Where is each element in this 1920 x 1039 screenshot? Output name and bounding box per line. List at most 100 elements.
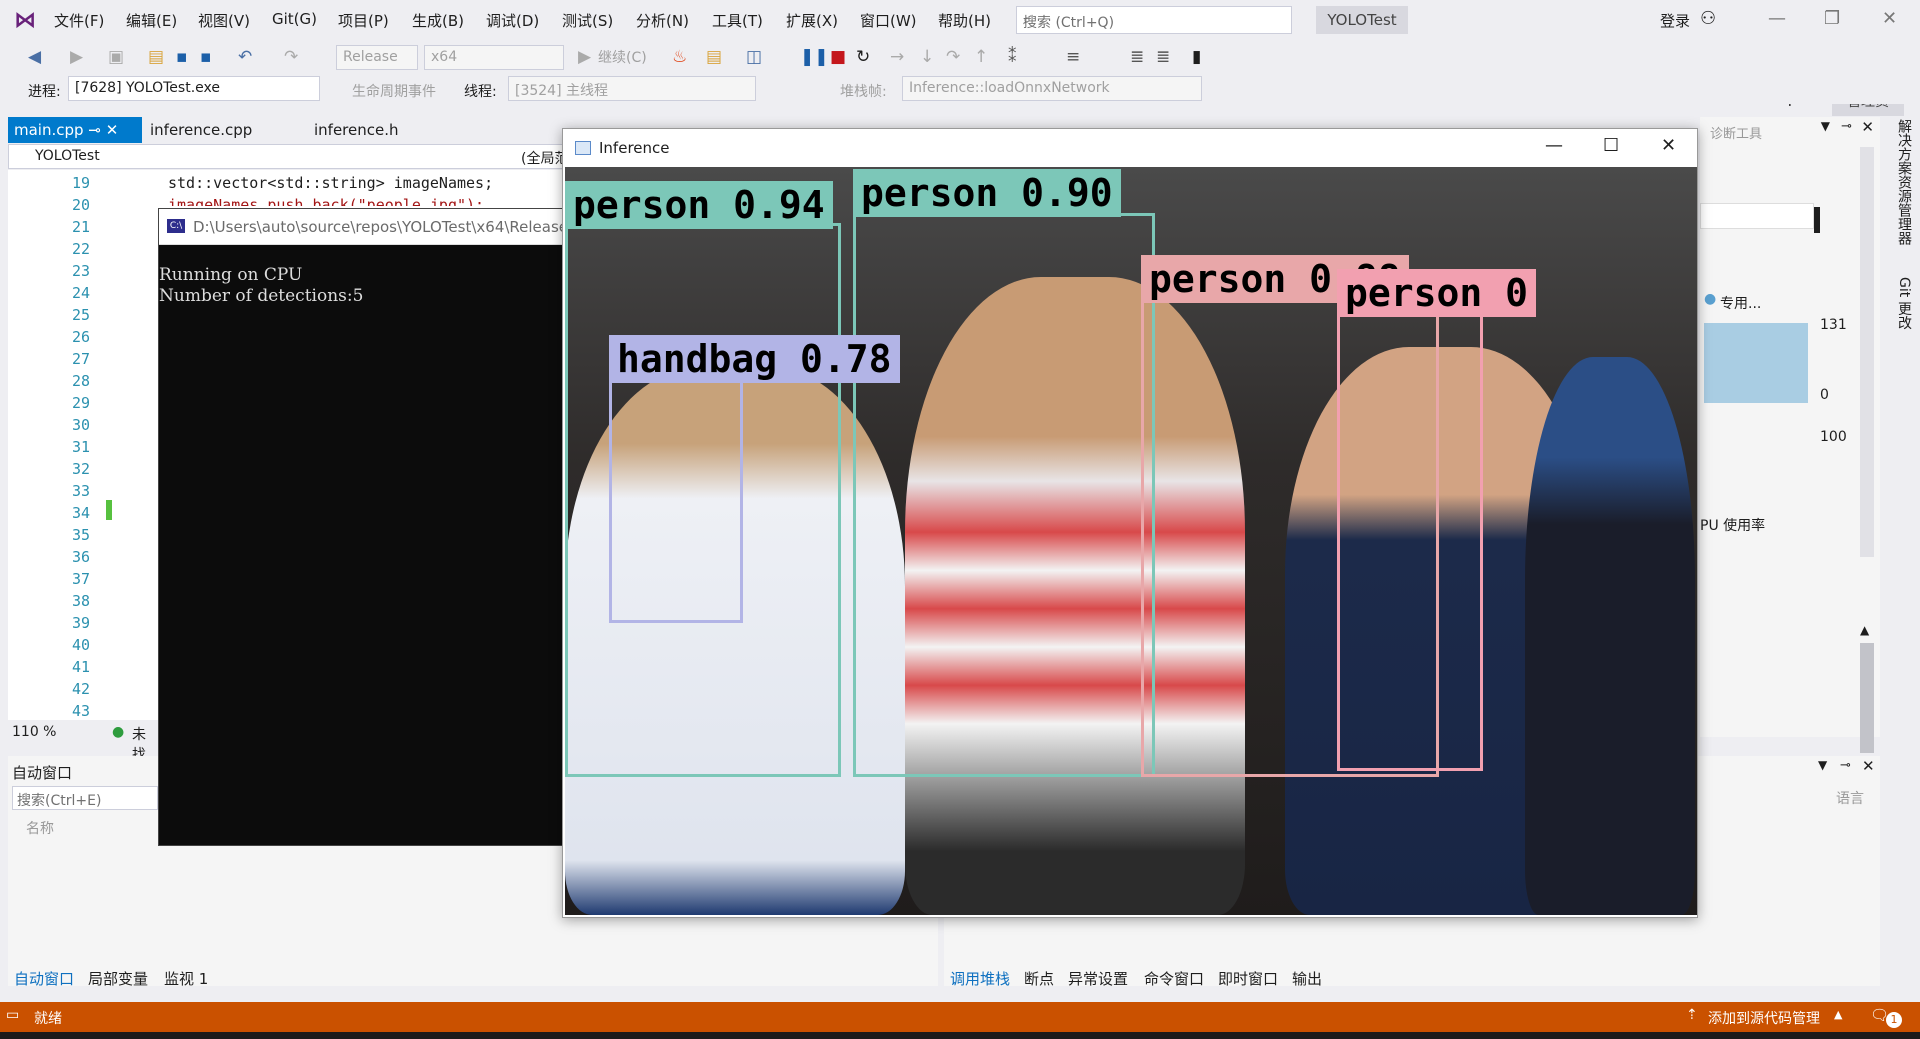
tab-output[interactable]: 输出 <box>1292 968 1322 989</box>
forward-icon[interactable]: ▶ <box>70 47 83 67</box>
menu-test[interactable]: 测试(S) <box>562 10 613 31</box>
undo-icon[interactable]: ↶ <box>238 47 252 67</box>
cpu-usage-label: PU 使用率 <box>1700 518 1766 534</box>
menu-analyze[interactable]: 分析(N) <box>636 10 689 31</box>
maximize-icon[interactable]: ☐ <box>1603 135 1619 156</box>
tab-immediate-window[interactable]: 即时窗口 <box>1218 968 1278 989</box>
tab-inference-h[interactable]: inference.h <box>308 117 405 143</box>
zoom-select[interactable]: 110 % <box>12 724 56 740</box>
menu-help[interactable]: 帮助(H) <box>938 10 991 31</box>
show-next-statement-icon[interactable]: → <box>890 47 904 67</box>
line-number: 32 <box>71 460 90 478</box>
lifecycle-events[interactable]: 生命周期事件 <box>352 81 436 101</box>
minimize-icon[interactable]: — <box>1768 8 1786 29</box>
menu-window[interactable]: 窗口(W) <box>860 10 917 31</box>
user-icon[interactable]: ⚇ <box>1700 8 1716 29</box>
close-tab-icon[interactable]: ✕ <box>106 121 119 139</box>
stop-icon[interactable]: ■ <box>830 47 846 67</box>
tab-main-cpp[interactable]: main.cpp ⊸ ✕ <box>8 117 142 143</box>
tab-autos[interactable]: 自动窗口 <box>14 968 74 989</box>
pin-icon[interactable]: ⊸ <box>1841 119 1852 134</box>
line-number: 38 <box>71 592 90 610</box>
thread-select[interactable]: [3524] 主线程 <box>508 76 756 101</box>
tab-call-stack[interactable]: 调用堆栈 <box>950 968 1010 989</box>
step-over-icon[interactable]: ↷ <box>946 47 960 67</box>
hot-reload-icon[interactable]: ♨ <box>672 47 687 67</box>
step-into-icon[interactable]: ↓ <box>920 47 934 67</box>
continue-icon[interactable]: ▶ <box>578 47 591 67</box>
tab-watch-1[interactable]: 监视 1 <box>164 968 208 989</box>
timeline-marker <box>1814 207 1820 233</box>
console-icon: C:\ <box>167 219 185 233</box>
login-link[interactable]: 登录 <box>1660 10 1690 31</box>
minimize-icon[interactable]: — <box>1545 135 1563 156</box>
console-window[interactable]: C:\ D:\Users\auto\source\repos\YOLOTest\… <box>158 208 579 846</box>
tab-inference-cpp[interactable]: inference.cpp <box>144 117 258 143</box>
comment-icon[interactable]: ≣ <box>1156 47 1170 67</box>
attach-icon[interactable]: ▤ <box>706 47 722 67</box>
save-icon[interactable]: ▪ <box>176 47 188 67</box>
tab-command-window[interactable]: 命令窗口 <box>1144 968 1204 989</box>
tab-git-changes[interactable]: Git 更改 <box>1894 277 1914 330</box>
project-dropdown[interactable]: YOLOTest <box>35 148 100 164</box>
restore-icon[interactable]: ❐ <box>1824 8 1840 29</box>
restart-icon[interactable]: ↻ <box>856 47 870 67</box>
autos-search-input[interactable]: 搜索(Ctrl+E) <box>12 786 158 810</box>
autos-tabs: 自动窗口 局部变量 监视 1 <box>8 968 938 990</box>
configuration-select[interactable]: Release <box>336 45 418 70</box>
memory-max-value: 131 <box>1820 317 1847 333</box>
inference-window[interactable]: Inference — ☐ ✕ person 0.94 person 0.90 … <box>562 128 1698 918</box>
bookmark-icon[interactable]: ▮ <box>1192 47 1201 67</box>
redo-icon[interactable]: ↷ <box>284 47 298 67</box>
menu-git[interactable]: Git(G) <box>272 10 317 28</box>
tab-locals[interactable]: 局部变量 <box>88 968 148 989</box>
menu-project[interactable]: 项目(P) <box>338 10 389 31</box>
open-folder-icon[interactable]: ▤ <box>148 47 164 67</box>
diagnostics-scrollbar[interactable] <box>1860 147 1874 557</box>
dropdown-icon[interactable]: ▼ <box>1818 758 1827 772</box>
menu-debug[interactable]: 调试(D) <box>486 10 539 31</box>
back-icon[interactable]: ◀ <box>28 47 41 67</box>
tab-breakpoints[interactable]: 断点 <box>1024 968 1054 989</box>
console-title-bar[interactable]: C:\ D:\Users\auto\source\repos\YOLOTest\… <box>159 209 579 245</box>
step-out-icon[interactable]: ↑ <box>974 47 988 67</box>
pin-icon[interactable]: ⊸ <box>88 121 101 139</box>
change-marker <box>106 500 112 520</box>
process-select[interactable]: [7628] YOLOTest.exe <box>68 76 320 101</box>
close-panel-icon[interactable]: ✕ <box>1862 757 1875 775</box>
right-side-tabs: 解决方案资源管理器 Git 更改 <box>1888 117 1920 417</box>
menu-extensions[interactable]: 扩展(X) <box>786 10 838 31</box>
scrollbar-thumb[interactable] <box>1860 643 1874 753</box>
screenshot-icon[interactable]: ◫ <box>746 47 762 67</box>
close-icon[interactable]: ✕ <box>1661 135 1676 156</box>
search-input[interactable]: 搜索 (Ctrl+Q) ⌕ <box>1016 6 1292 34</box>
menu-view[interactable]: 视图(V) <box>198 10 250 31</box>
platform-select[interactable]: x64 <box>424 45 564 70</box>
line-number: 40 <box>71 636 90 654</box>
add-to-source-control[interactable]: 添加到源代码管理 <box>1708 1008 1820 1028</box>
menu-file[interactable]: 文件(F) <box>54 10 104 31</box>
dropdown-icon[interactable]: ▼ <box>1821 119 1830 133</box>
thread-icon[interactable]: ≡ <box>1066 47 1080 67</box>
pause-icon[interactable]: ❚❚ <box>800 47 829 67</box>
scroll-up-icon[interactable]: ▲ <box>1860 623 1869 637</box>
tab-solution-explorer[interactable]: 解决方案资源管理器 <box>1894 119 1914 245</box>
menu-build[interactable]: 生成(B) <box>412 10 464 31</box>
menu-edit[interactable]: 编辑(E) <box>126 10 177 31</box>
console-line: Number of detections:5 <box>159 286 364 306</box>
pin-icon[interactable]: ⊸ <box>1840 758 1851 773</box>
console-line: Running on CPU <box>159 265 303 285</box>
chevron-up-icon[interactable]: ▲ <box>1834 1008 1842 1021</box>
indent-icon[interactable]: ≣ <box>1130 47 1144 67</box>
menu-tools[interactable]: 工具(T) <box>712 10 763 31</box>
inference-title-bar[interactable]: Inference — ☐ ✕ <box>563 129 1697 167</box>
breakpoints-icon[interactable]: ⁑ <box>1008 47 1017 67</box>
tab-exception-settings[interactable]: 异常设置 <box>1068 968 1128 989</box>
detection-label: person 0.94 <box>565 181 833 229</box>
save-all-icon[interactable]: ▪ <box>200 47 212 67</box>
close-icon[interactable]: ✕ <box>1882 8 1897 29</box>
new-project-icon[interactable]: ▣ <box>108 47 124 67</box>
stack-frame-select[interactable]: Inference::loadOnnxNetwork <box>902 76 1202 101</box>
close-panel-icon[interactable]: ✕ <box>1861 118 1874 136</box>
continue-button[interactable]: 继续(C) <box>598 47 647 67</box>
